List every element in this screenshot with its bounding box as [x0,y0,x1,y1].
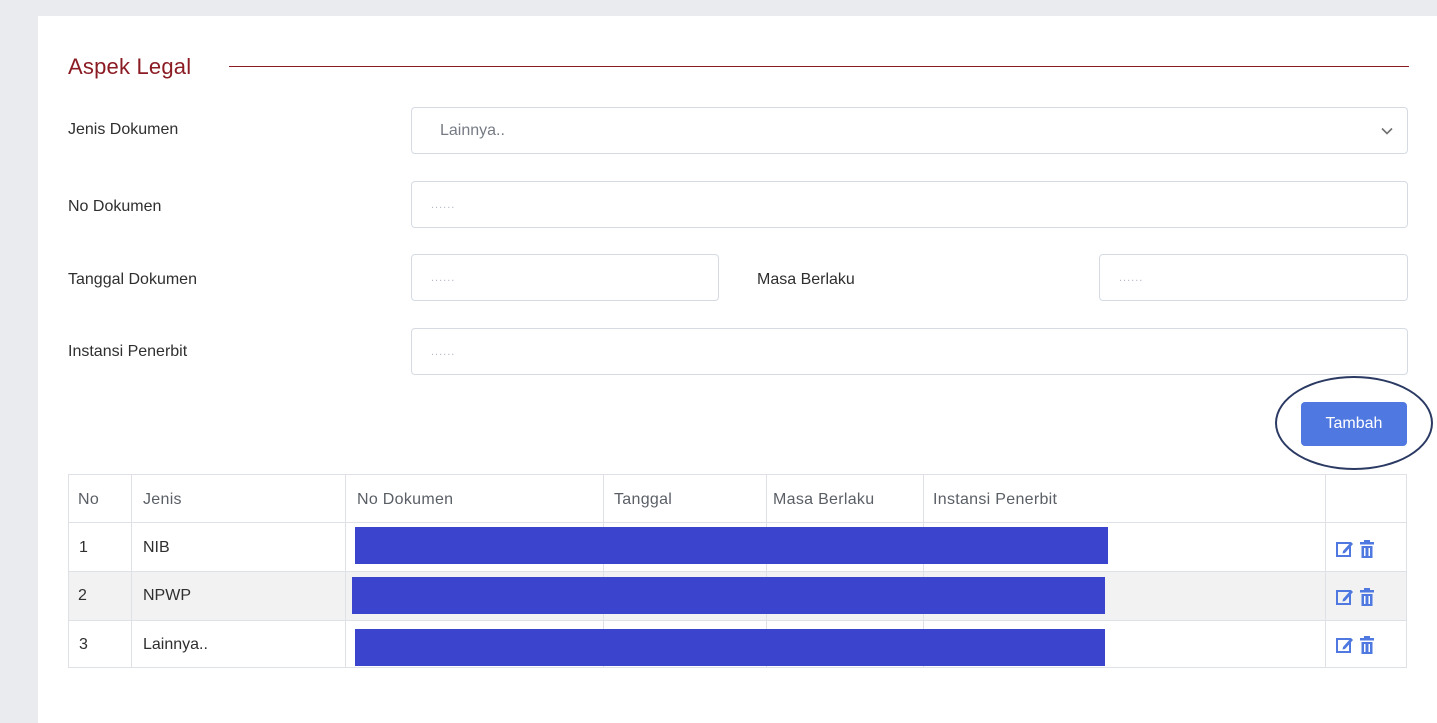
trash-icon[interactable] [1359,587,1375,607]
header-jenis: Jenis [143,491,182,508]
header-tanggal: Tanggal [614,491,673,508]
table-divider [68,522,1407,523]
jenis-dokumen-select[interactable]: Lainnya.. [411,107,1408,154]
section-title: Aspek Legal [68,54,192,79]
row-3-no: 3 [79,636,88,653]
masa-berlaku-placeholder: ...... [1119,271,1144,284]
chevron-down-icon [1381,127,1393,135]
redaction-block [355,629,1105,666]
tanggal-dokumen-input[interactable]: ...... [411,254,719,301]
jenis-dokumen-value: Lainnya.. [440,121,505,139]
column-divider [345,475,346,667]
row-1-jenis: NIB [143,539,170,556]
no-dokumen-placeholder: ...... [431,198,456,211]
masa-berlaku-label: Masa Berlaku [757,271,855,288]
header-no: No [78,491,100,508]
edit-icon[interactable] [1335,539,1355,559]
column-divider [131,475,132,667]
row-2-no: 2 [78,587,87,604]
row-1-actions [1335,539,1383,559]
instansi-penerbit-label: Instansi Penerbit [68,343,188,360]
trash-icon[interactable] [1359,635,1375,655]
redaction-block [352,577,1105,614]
tanggal-dokumen-label: Tanggal Dokumen [68,271,197,288]
row-2-actions [1335,587,1383,607]
no-dokumen-input[interactable]: ...... [411,181,1408,228]
section-divider [229,66,1409,67]
table-divider [68,571,1407,572]
edit-icon[interactable] [1335,587,1355,607]
row-2-jenis: NPWP [143,587,191,604]
table-divider [68,620,1407,621]
instansi-penerbit-placeholder: ...... [431,345,456,358]
jenis-dokumen-label: Jenis Dokumen [68,121,179,138]
no-dokumen-label: No Dokumen [68,198,162,215]
tanggal-dokumen-placeholder: ...... [431,271,456,284]
trash-icon[interactable] [1359,539,1375,559]
row-1-no: 1 [79,539,88,556]
header-instansi-penerbit: Instansi Penerbit [933,491,1058,508]
edit-icon[interactable] [1335,635,1355,655]
masa-berlaku-input[interactable]: ...... [1099,254,1408,301]
redaction-block [355,527,1108,564]
highlight-ring [1275,376,1433,470]
instansi-penerbit-input[interactable]: ...... [411,328,1408,375]
column-divider [1325,475,1326,667]
row-3-actions [1335,635,1383,655]
header-no-dokumen: No Dokumen [357,491,454,508]
header-masa-berlaku: Masa Berlaku [773,491,875,508]
row-3-jenis: Lainnya.. [143,636,208,653]
